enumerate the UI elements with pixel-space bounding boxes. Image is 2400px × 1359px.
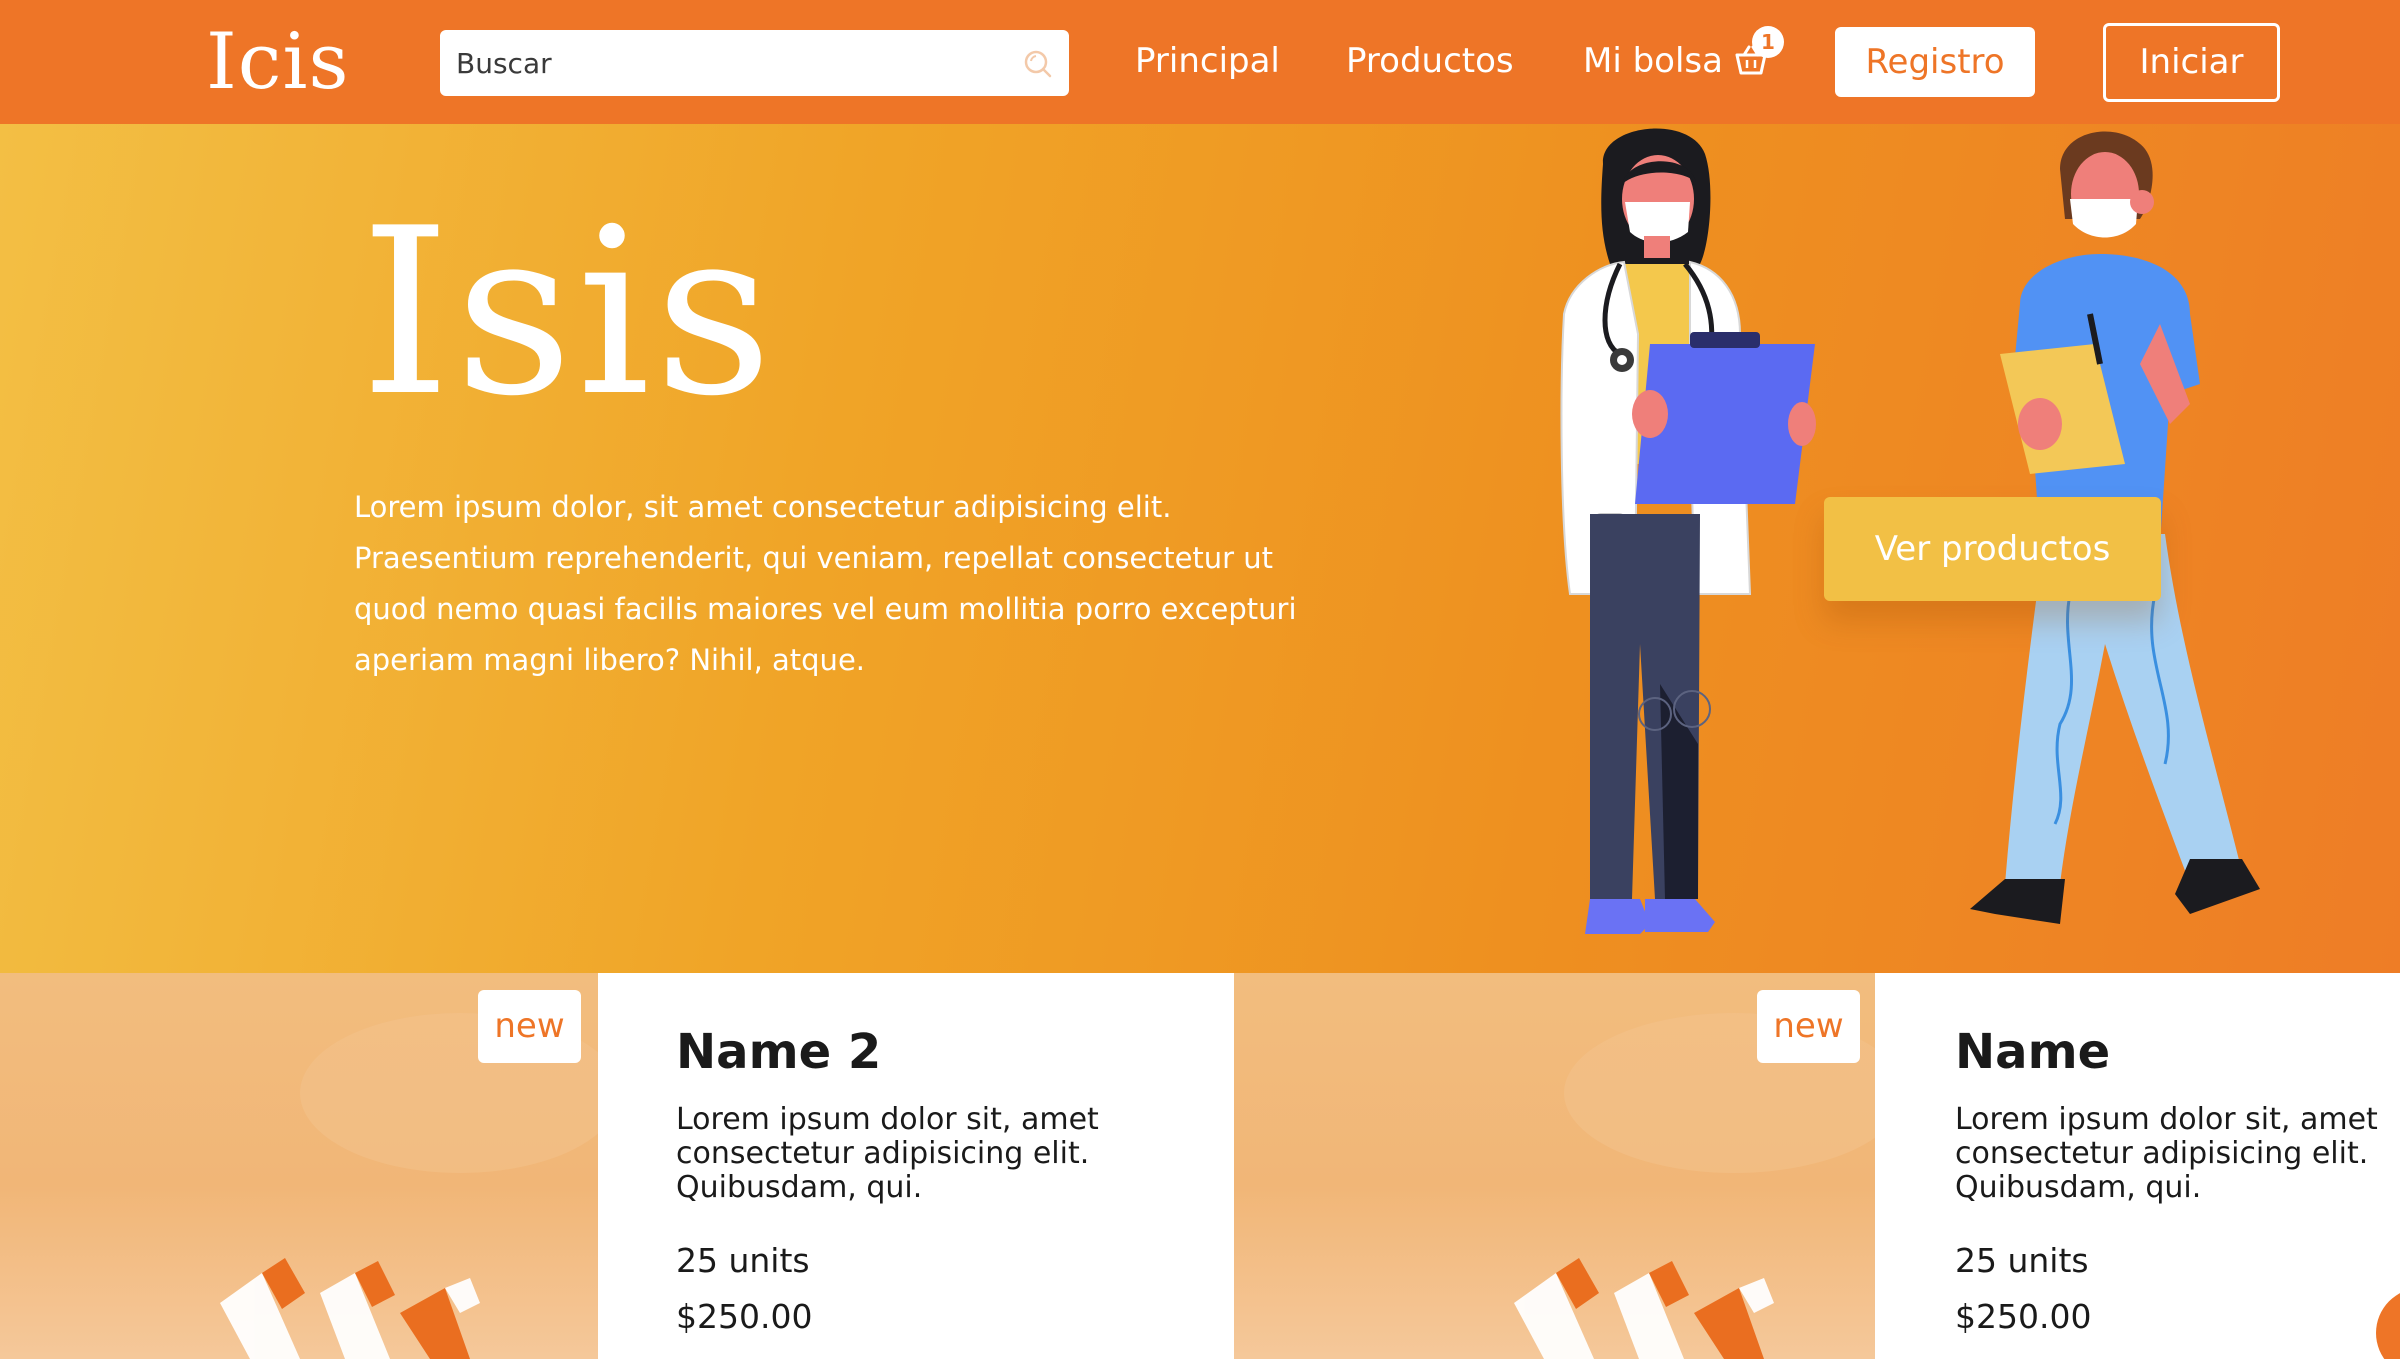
nav-link-mi-bolsa[interactable]: Mi bolsa (1583, 38, 1723, 84)
product-units: 25 units (676, 1241, 810, 1280)
brand-logo[interactable]: Icis (206, 12, 349, 112)
new-badge: new (478, 990, 581, 1063)
product-name[interactable]: Name 2 (676, 1021, 1216, 1083)
doctor-figure (1560, 128, 1816, 934)
product-card[interactable]: new Name 2 Lorem ipsum dolor sit, amet c… (0, 973, 1234, 1359)
product-image[interactable]: new (1234, 973, 1875, 1359)
search-input[interactable] (456, 30, 1016, 96)
hero-title: Isis (360, 180, 777, 447)
product-image[interactable]: new (0, 973, 598, 1359)
iniciar-button[interactable]: Iniciar (2103, 23, 2280, 102)
cart-count-badge: 1 (1752, 26, 1784, 58)
hero-banner: Isis Lorem ipsum dolor, sit amet consect… (0, 124, 2400, 973)
product-price: $250.00 (1955, 1297, 2092, 1336)
nav-link-productos[interactable]: Productos (1346, 38, 1514, 84)
search-icon[interactable] (1023, 49, 1053, 79)
product-info: Name 2 Lorem ipsum dolor sit, amet conse… (676, 973, 1216, 1337)
product-name[interactable]: Name (1955, 1021, 2400, 1083)
product-price: $250.00 (676, 1297, 813, 1336)
nav-link-principal[interactable]: Principal (1135, 38, 1280, 84)
ver-productos-button[interactable]: Ver productos (1824, 497, 2161, 601)
registro-button[interactable]: Registro (1835, 27, 2035, 97)
search-bar (440, 30, 1069, 96)
hero-description: Lorem ipsum dolor, sit amet consectetur … (354, 490, 1297, 677)
product-info: Name Lorem ipsum dolor sit, amet consect… (1955, 973, 2400, 1337)
top-navbar: Icis Principal Productos Mi bolsa 1 Regi… (0, 0, 2400, 124)
new-badge: new (1757, 990, 1860, 1063)
product-card[interactable]: new Name Lorem ipsum dolor sit, amet con… (1234, 973, 2400, 1359)
product-units: 25 units (1955, 1241, 2089, 1280)
product-description: Lorem ipsum dolor sit, amet consectetur … (1955, 1102, 2378, 1205)
product-description: Lorem ipsum dolor sit, amet consectetur … (676, 1102, 1099, 1205)
